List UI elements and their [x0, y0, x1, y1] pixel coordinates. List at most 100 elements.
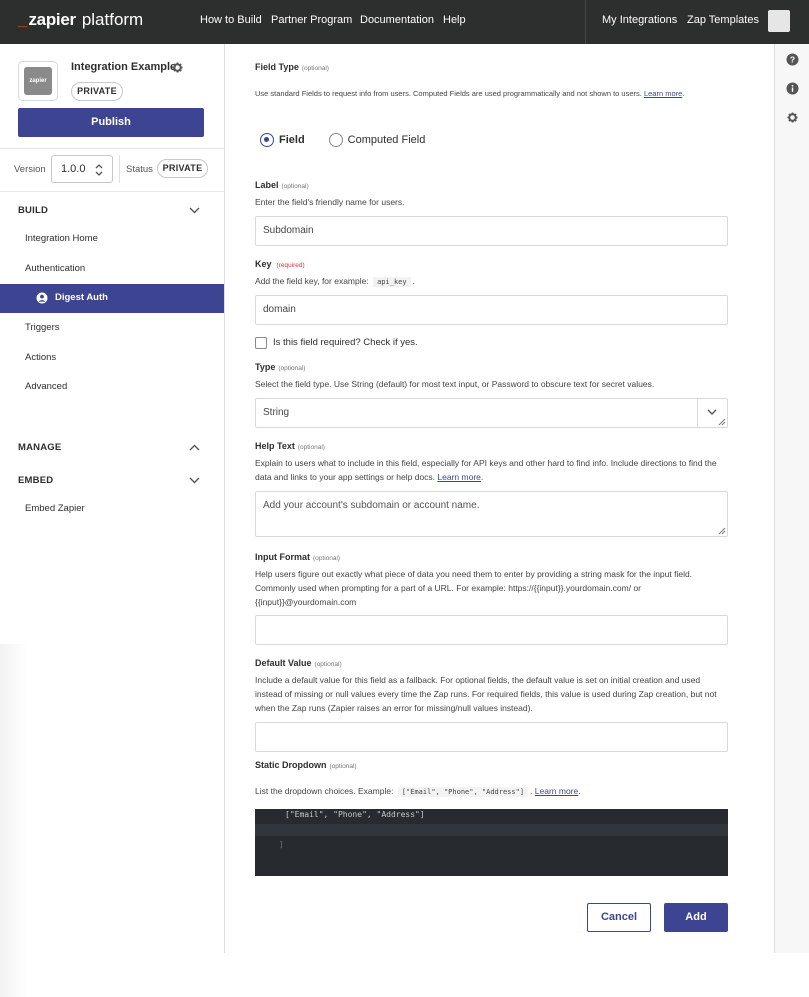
chevron-up-icon[interactable]: [189, 444, 200, 451]
sidebar-item-label: Digest Auth: [55, 292, 108, 303]
sidebar-item-integration-home[interactable]: Integration Home: [25, 233, 98, 244]
sidebar: zapier Integration Example PRIVATE Publi…: [0, 44, 225, 997]
resize-handle-icon[interactable]: [718, 418, 726, 426]
user-avatar[interactable]: [768, 10, 790, 32]
sidebar-item-advanced[interactable]: Advanced: [25, 381, 67, 392]
label-field-description: Enter the field's friendly name for user…: [255, 197, 405, 207]
optional-tag: (optional): [301, 65, 329, 72]
type-field-label: Type (optional): [255, 362, 306, 372]
optional-tag: (optional): [278, 365, 306, 372]
static-dropdown-label: Static Dropdown (optional): [255, 760, 357, 770]
user-circle-icon: [36, 292, 48, 304]
type-select[interactable]: String: [255, 398, 728, 428]
radio-field[interactable]: [260, 133, 274, 147]
required-checkbox-label[interactable]: Is this field required? Check if yes.: [273, 337, 418, 348]
static-dropdown-code-editor[interactable]: ["Email", "Phone", "Address"] ]: [255, 809, 728, 876]
nav-divider: [585, 0, 586, 44]
sidebar-item-actions[interactable]: Actions: [25, 352, 56, 363]
key-input[interactable]: domain: [255, 295, 728, 325]
active-line: ]: [255, 824, 728, 849]
sidebar-shadow: [0, 644, 28, 997]
learn-more-link[interactable]: Learn more: [535, 786, 578, 796]
field-type-label: Field Type (optional): [255, 62, 329, 72]
input-format-label: Input Format (optional): [255, 552, 341, 562]
status-badge: PRIVATE: [157, 159, 208, 178]
info-icon[interactable]: [786, 82, 799, 95]
app-icon-text: zapier: [24, 67, 52, 95]
field-type-description: Use standard Fields to request info from…: [255, 89, 685, 98]
optional-tag: (optional): [297, 444, 325, 451]
section-embed[interactable]: EMBED: [18, 475, 53, 486]
resize-handle-icon[interactable]: [718, 527, 726, 535]
label-input[interactable]: Subdomain: [255, 216, 728, 246]
optional-tag: (optional): [281, 183, 309, 190]
code-example: ["Email", "Phone", "Address"]: [397, 787, 529, 797]
section-build[interactable]: BUILD: [18, 205, 48, 216]
learn-more-link[interactable]: Learn more: [437, 472, 480, 482]
radio-field-label[interactable]: Field: [279, 134, 305, 146]
static-dropdown-description: List the dropdown choices. Example: ["Em…: [255, 786, 581, 797]
code-line: ]: [279, 840, 284, 849]
section-manage[interactable]: MANAGE: [18, 442, 61, 453]
version-label: Version: [14, 164, 46, 175]
help-text-label: Help Text (optional): [255, 441, 325, 451]
optional-tag: (optional): [314, 661, 342, 668]
field-form: Field Type (optional) Use standard Fields…: [225, 44, 774, 953]
help-text-textarea[interactable]: Add your account's subdomain or account …: [255, 491, 728, 537]
status-label: Status: [126, 164, 153, 175]
nav-zap-templates[interactable]: Zap Templates: [687, 14, 759, 26]
divider: [0, 191, 225, 192]
sidebar-item-authentication[interactable]: Authentication: [25, 263, 85, 274]
code-line: ["Email", "Phone", "Address"]: [285, 810, 425, 819]
learn-more-link[interactable]: Learn more: [644, 89, 682, 98]
help-icon[interactable]: ?: [786, 53, 799, 66]
radio-computed-field[interactable]: [328, 133, 343, 147]
label-field-label: Label (optional): [255, 180, 309, 190]
nav-partner-program[interactable]: Partner Program: [271, 14, 352, 26]
settings-icon[interactable]: [786, 111, 799, 124]
type-field-description: Select the field type. Use String (defau…: [255, 379, 655, 389]
required-tag: (required): [276, 262, 305, 269]
chevron-down-icon: [707, 409, 717, 415]
type-select-value: String: [263, 407, 290, 418]
input-format-input[interactable]: [255, 615, 728, 645]
input-format-description: Help users figure out exactly what piece…: [255, 569, 693, 607]
nav-help[interactable]: Help: [443, 14, 466, 26]
divider: [0, 148, 225, 149]
version-select[interactable]: 1.0.0: [51, 155, 113, 183]
default-value-label: Default Value (optional): [255, 658, 342, 668]
key-field-description: Add the field key, for example: api_key.: [255, 276, 415, 287]
sidebar-item-digest-auth[interactable]: Digest Auth: [0, 284, 224, 313]
nav-my-integrations[interactable]: My Integrations: [602, 14, 677, 26]
publish-button[interactable]: Publish: [18, 108, 204, 137]
key-field-label: Key (required): [255, 259, 305, 269]
zapier-platform-logo[interactable]: _ zapier platform: [18, 10, 143, 30]
version-value: 1.0.0: [61, 163, 86, 175]
optional-tag: (optional): [313, 555, 341, 562]
help-text-description: Explain to users what to include in this…: [255, 458, 717, 482]
right-rail: ?: [774, 44, 809, 953]
chevron-down-icon[interactable]: [189, 477, 200, 484]
radio-computed-field-label[interactable]: Computed Field: [348, 134, 426, 146]
add-button[interactable]: Add: [664, 903, 728, 932]
chevron-down-icon[interactable]: [189, 207, 200, 214]
logo-wordmark: zapier: [28, 10, 76, 29]
cancel-button[interactable]: Cancel: [587, 903, 651, 932]
gear-icon[interactable]: [171, 61, 184, 74]
required-checkbox[interactable]: [255, 337, 267, 349]
field-type-radio-group: Field Computed Field: [260, 132, 449, 148]
top-navigation: _ zapier platform How to Build Partner P…: [0, 0, 809, 44]
sidebar-item-embed-zapier[interactable]: Embed Zapier: [25, 503, 85, 514]
default-value-input[interactable]: [255, 722, 728, 752]
nav-how-to-build[interactable]: How to Build: [200, 14, 262, 26]
app-name: Integration Example: [71, 61, 177, 73]
divider: [119, 155, 120, 183]
code-example: api_key: [373, 277, 411, 287]
stepper-arrows-icon: [95, 164, 103, 176]
nav-documentation[interactable]: Documentation: [360, 14, 434, 26]
svg-text:?: ?: [790, 55, 795, 65]
default-value-description: Include a default value for this field a…: [255, 675, 717, 713]
app-icon: zapier: [18, 61, 58, 101]
sidebar-item-triggers[interactable]: Triggers: [25, 322, 60, 333]
visibility-badge: PRIVATE: [71, 82, 123, 101]
